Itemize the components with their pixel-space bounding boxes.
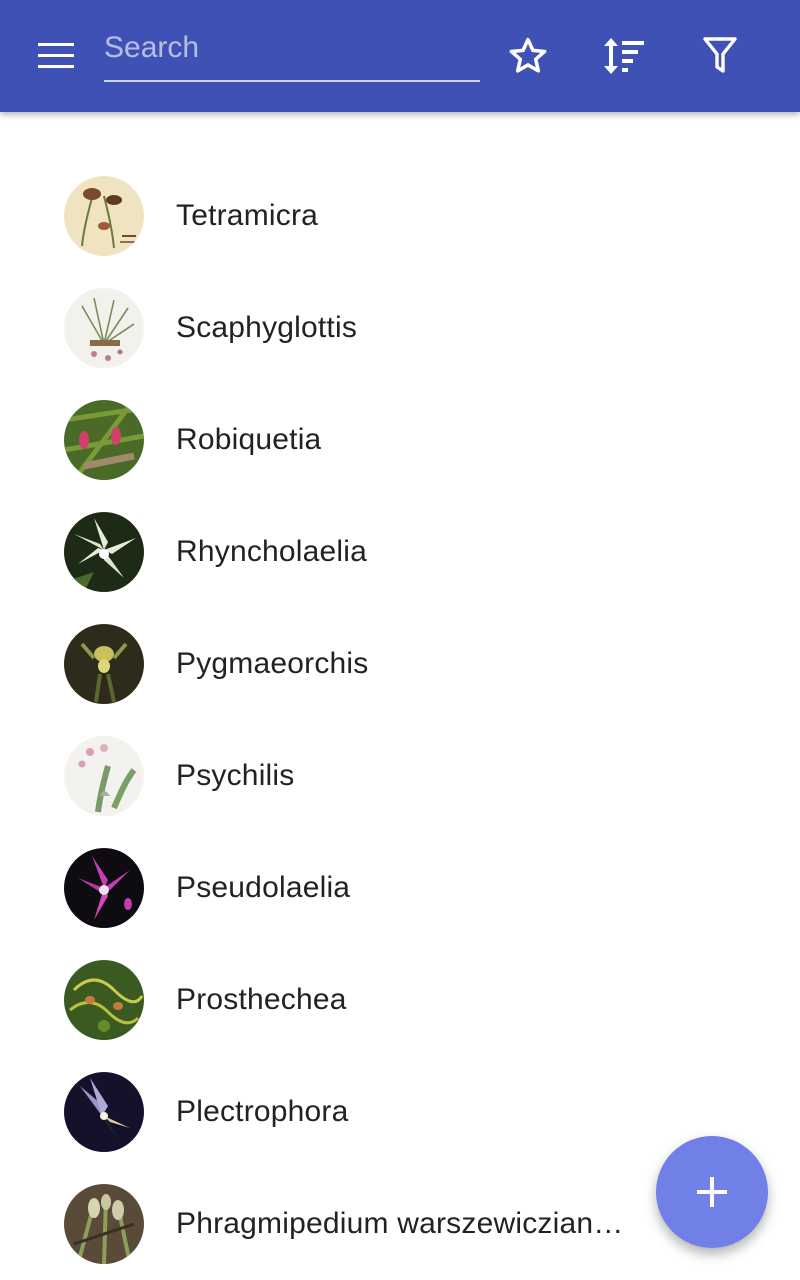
avatar [64,176,144,256]
orchid-photo-image [64,400,144,480]
list-item-label: Pygmaeorchis [176,647,369,680]
list-item[interactable]: Robiquetia [0,384,800,496]
list-item[interactable]: Scaphyglottis [0,272,800,384]
list-item-label: Psychilis [176,759,295,792]
app-bar [0,0,800,112]
list-item[interactable]: Rhyncholaelia [0,496,800,608]
menu-button[interactable] [24,32,88,80]
avatar [64,288,144,368]
orchid-photo-image [64,624,144,704]
list-item-label: Scaphyglottis [176,311,358,344]
orchid-photo-image [64,512,144,592]
orchid-illustration-image [64,176,144,256]
avatar [64,736,144,816]
list-item[interactable]: Prosthechea [0,944,800,1056]
list-item-label: Robiquetia [176,423,322,456]
orchid-photo-image [64,1184,144,1264]
star-outline-icon [509,37,547,73]
orchid-illustration-image [64,288,144,368]
list-item-label: Plectrophora [176,1095,349,1128]
menu-icon [38,43,74,68]
avatar [64,960,144,1040]
list-item-label: Rhyncholaelia [176,535,368,568]
list-item-label: Phragmipedium warszewiczianum [176,1207,624,1240]
list-item-label: Tetramicra [176,199,319,232]
list-item[interactable]: Pygmaeorchis [0,608,800,720]
list-item-label: Prosthechea [176,983,347,1016]
plus-icon [697,1177,727,1207]
filter-icon [703,37,737,73]
list-item[interactable]: Pseudolaelia [0,832,800,944]
orchid-photo-image [64,848,144,928]
avatar [64,512,144,592]
avatar [64,848,144,928]
sort-button[interactable] [596,28,652,84]
search-input[interactable] [104,22,480,74]
avatar [64,624,144,704]
orchid-photo-image [64,960,144,1040]
orchid-photo-image [64,1072,144,1152]
list-item[interactable]: Tetramicra [0,160,800,272]
avatar [64,400,144,480]
sort-icon [604,38,644,74]
add-button[interactable] [656,1136,768,1248]
orchid-illustration-image [64,736,144,816]
search-field[interactable] [104,22,480,82]
avatar [64,1184,144,1264]
filter-button[interactable] [692,28,748,84]
list-item[interactable]: Psychilis [0,720,800,832]
avatar [64,1072,144,1152]
favorites-button[interactable] [500,28,556,84]
list-item-label: Pseudolaelia [176,871,351,904]
genus-list: Tetramicra Scaphyglottis Robiquetia Rhyn… [0,160,800,1280]
